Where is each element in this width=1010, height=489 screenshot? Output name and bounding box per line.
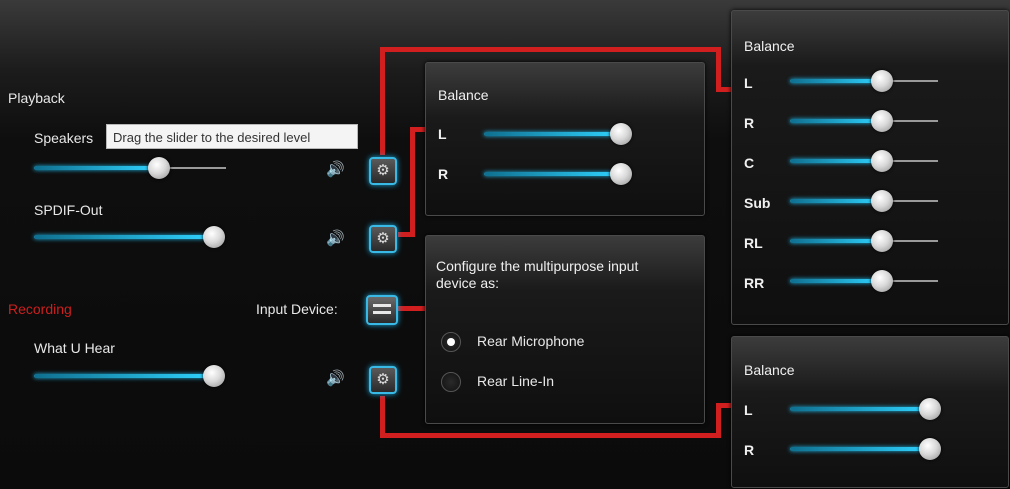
slider-knob[interactable] — [203, 365, 225, 387]
connector-line — [398, 306, 426, 311]
connector-line — [716, 403, 721, 438]
connector-line — [410, 127, 415, 237]
speaker-icon[interactable]: 🔊 — [326, 229, 345, 247]
input-device-icon — [373, 304, 391, 307]
balance-rl-slider[interactable] — [790, 230, 938, 252]
connector-line — [716, 47, 721, 91]
speakers-label: Speakers — [34, 130, 94, 146]
balance-panel-speakers: Balance L R C Sub RL RR — [731, 10, 1009, 325]
slider-knob[interactable] — [870, 150, 893, 172]
recording-section-title: Recording — [8, 301, 72, 317]
channel-label: R — [438, 166, 449, 182]
connector-line — [716, 87, 731, 92]
gear-icon: ⚙ — [376, 371, 390, 388]
slider-knob[interactable] — [919, 398, 941, 420]
balance-panel-title: Balance — [438, 87, 489, 103]
gear-icon: ⚙ — [376, 230, 390, 247]
balance-panel-recording: Balance L R — [731, 336, 1009, 488]
channel-label: RL — [744, 235, 763, 251]
spdif-out-label: SPDIF-Out — [34, 202, 103, 218]
rear-microphone-radio[interactable] — [441, 332, 461, 352]
rear-line-in-label[interactable]: Rear Line-In — [477, 373, 554, 389]
what-u-hear-volume-slider[interactable] — [34, 365, 225, 387]
slider-knob[interactable] — [870, 190, 893, 212]
balance-r-slider[interactable] — [790, 110, 938, 132]
slider-knob[interactable] — [870, 230, 893, 252]
balance-r-slider[interactable] — [484, 163, 632, 185]
what-u-hear-label: What U Hear — [34, 340, 115, 356]
slider-knob[interactable] — [870, 270, 893, 292]
playback-section-title: Playback — [8, 90, 65, 106]
slider-knob[interactable] — [610, 163, 632, 185]
balance-l-slider[interactable] — [790, 70, 938, 92]
spdif-out-volume-slider[interactable] — [34, 226, 225, 248]
balance-rr-slider[interactable] — [790, 270, 938, 292]
slider-knob[interactable] — [870, 70, 893, 92]
balance-l-slider[interactable] — [790, 398, 941, 420]
spdif-out-settings-button[interactable]: ⚙ — [369, 225, 397, 253]
rear-microphone-label[interactable]: Rear Microphone — [477, 333, 584, 349]
channel-label: Sub — [744, 195, 771, 211]
what-u-hear-settings-button[interactable]: ⚙ — [369, 366, 397, 394]
connector-line — [380, 433, 720, 438]
channel-label: C — [744, 155, 755, 171]
connector-line — [380, 396, 385, 438]
slider-knob[interactable] — [610, 123, 632, 145]
input-device-icon — [373, 311, 391, 314]
input-device-button[interactable] — [366, 295, 398, 325]
input-config-panel: Configure the multipurpose input device … — [425, 235, 705, 424]
slider-tooltip: Drag the slider to the desired level — [106, 124, 358, 149]
balance-l-slider[interactable] — [484, 123, 632, 145]
speaker-icon[interactable]: 🔊 — [326, 160, 345, 178]
connector-line — [410, 127, 426, 132]
balance-panel-spdif: Balance L R — [425, 62, 705, 216]
balance-r-slider[interactable] — [790, 438, 941, 460]
channel-label: R — [744, 442, 755, 458]
balance-sub-slider[interactable] — [790, 190, 938, 212]
balance-c-slider[interactable] — [790, 150, 938, 172]
channel-label: L — [744, 75, 753, 91]
slider-knob[interactable] — [203, 226, 225, 248]
speaker-icon[interactable]: 🔊 — [326, 369, 345, 387]
speakers-settings-button[interactable]: ⚙ — [369, 157, 397, 185]
input-device-label: Input Device: — [256, 301, 338, 317]
slider-knob[interactable] — [919, 438, 941, 460]
channel-label: L — [744, 402, 753, 418]
channel-label: L — [438, 126, 447, 142]
audio-control-panel: Playback Speakers Drag the slider to the… — [0, 0, 1010, 489]
connector-line — [380, 47, 720, 52]
channel-label: R — [744, 115, 755, 131]
rear-line-in-radio[interactable] — [441, 372, 461, 392]
slider-knob[interactable] — [147, 157, 170, 179]
channel-label: RR — [744, 275, 765, 291]
connector-line — [716, 403, 731, 408]
balance-panel-title: Balance — [744, 38, 795, 54]
input-config-prompt: Configure the multipurpose input device … — [436, 258, 639, 291]
slider-knob[interactable] — [870, 110, 893, 132]
speakers-volume-slider[interactable] — [34, 157, 226, 179]
balance-panel-title: Balance — [744, 362, 795, 378]
connector-line — [380, 47, 385, 155]
gear-icon: ⚙ — [376, 162, 390, 179]
